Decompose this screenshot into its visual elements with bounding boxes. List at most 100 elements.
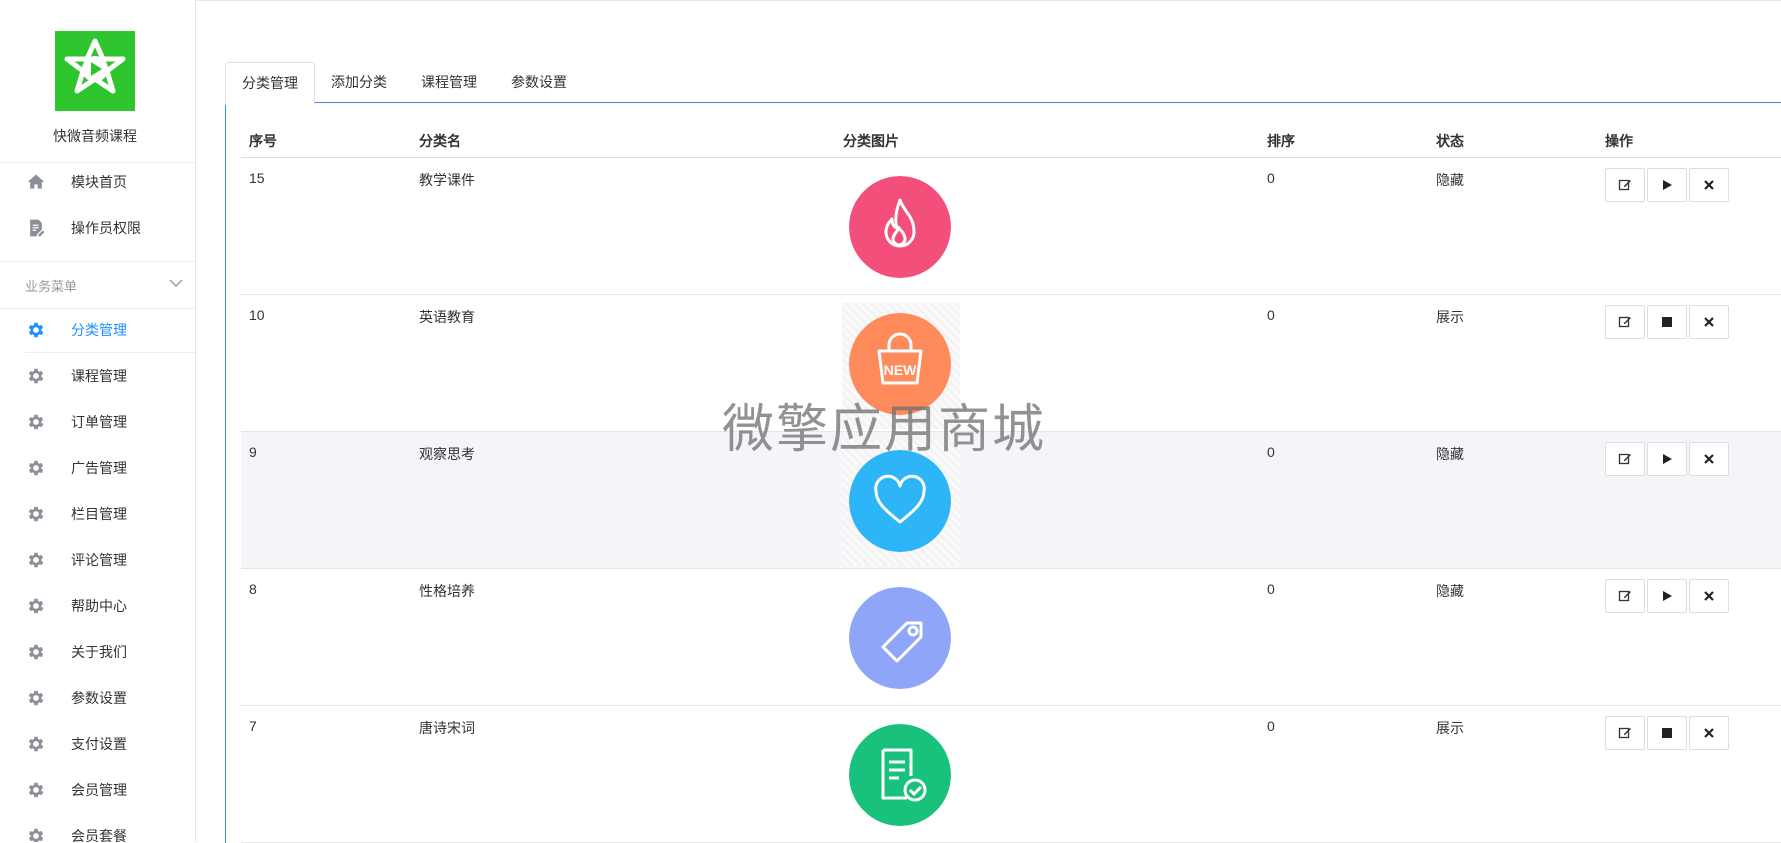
row-sort: 0 [1267,307,1275,323]
tag-icon [849,587,951,689]
menu-item-label: 会员套餐 [71,828,127,842]
row-sort: 0 [1267,444,1275,460]
menu-item-label: 模块首页 [71,174,127,190]
edit-icon [1618,726,1632,740]
heart-icon [849,450,951,552]
table-row: 8 性格培养 0 隐藏 [241,569,1781,706]
sidebar-item-11[interactable]: 会员套餐 [0,813,195,842]
row-name: 性格培养 [419,583,475,599]
row-name: 英语教育 [419,309,475,325]
toggle-visibility-button[interactable] [1647,716,1687,750]
tab-3[interactable]: 参数设置 [496,62,582,102]
gear-icon [25,825,47,842]
play-icon [1660,452,1674,466]
sidebar-item-9[interactable]: 支付设置 [0,721,195,767]
menu-item-label: 操作员权限 [71,220,141,236]
row-id: 7 [249,718,257,734]
sidebar-item-3[interactable]: 广告管理 [0,445,195,491]
sidebar-item-8[interactable]: 参数设置 [0,675,195,721]
tab-0[interactable]: 分类管理 [225,62,315,105]
divider [25,352,195,353]
delete-button[interactable] [1689,442,1729,476]
app-logo[interactable] [55,31,135,111]
row-name: 观察思考 [419,446,475,462]
play-star-logo-icon [55,31,135,111]
sidebar-item-1[interactable]: 课程管理 [0,353,195,399]
close-icon [1702,452,1716,466]
business-menu-header[interactable]: 业务菜单 [0,261,195,309]
sidebar-item-0[interactable]: 分类管理 [0,307,195,353]
gear-icon [25,549,47,571]
stop-icon [1660,315,1674,329]
gear-icon [25,595,47,617]
column-header: 分类名 [419,133,461,149]
gear-icon [25,457,47,479]
document-check-icon [849,724,951,826]
menu-item-label: 会员管理 [71,782,127,798]
menu-item-module-home[interactable]: 模块首页 [0,159,195,205]
row-sort: 0 [1267,718,1275,734]
row-name: 唐诗宋词 [419,720,475,736]
sidebar-item-5[interactable]: 评论管理 [0,537,195,583]
sidebar-item-7[interactable]: 关于我们 [0,629,195,675]
column-header: 分类图片 [843,133,899,149]
column-header: 序号 [249,133,277,149]
gear-icon [25,779,47,801]
toggle-visibility-button[interactable] [1647,168,1687,202]
toggle-visibility-button[interactable] [1647,442,1687,476]
menu-item-operator-permissions[interactable]: 操作员权限 [0,205,195,251]
menu-item-label: 订单管理 [71,414,127,430]
edit-button[interactable] [1605,168,1645,202]
column-header: 状态 [1436,133,1464,149]
menu-item-label: 参数设置 [71,690,127,706]
edit-button[interactable] [1605,716,1645,750]
menu-item-label: 关于我们 [71,644,127,660]
row-status: 展示 [1436,309,1464,325]
close-icon [1702,315,1716,329]
delete-button[interactable] [1689,305,1729,339]
brand-area: 快微音频课程 [0,0,195,163]
play-icon [1660,589,1674,603]
tab-2[interactable]: 课程管理 [406,62,492,102]
table-row: 7 唐诗宋词 0 展示 [241,706,1781,843]
delete-button[interactable] [1689,579,1729,613]
top-border [195,0,1781,1]
row-status: 展示 [1436,720,1464,736]
gear-icon [25,687,47,709]
sidebar-item-10[interactable]: 会员管理 [0,767,195,813]
menu-item-label: 广告管理 [71,460,127,476]
chevron-down-icon [169,279,183,288]
tab-1[interactable]: 添加分类 [316,62,402,102]
document-edit-icon [25,217,47,239]
toggle-visibility-button[interactable] [1647,305,1687,339]
row-name: 教学课件 [419,172,475,188]
edit-button[interactable] [1605,442,1645,476]
svg-text:NEW: NEW [884,362,917,378]
row-sort: 0 [1267,170,1275,186]
menu-item-label: 课程管理 [71,368,127,384]
edit-icon [1618,452,1632,466]
delete-button[interactable] [1689,168,1729,202]
delete-button[interactable] [1689,716,1729,750]
row-sort: 0 [1267,581,1275,597]
edit-button[interactable] [1605,579,1645,613]
gear-icon [25,733,47,755]
sidebar-item-2[interactable]: 订单管理 [0,399,195,445]
row-id: 15 [249,170,265,186]
sidebar-item-4[interactable]: 栏目管理 [0,491,195,537]
row-status: 隐藏 [1436,446,1464,462]
table-header: 序号 分类名 分类图片 排序 状态 操作 [241,117,1781,158]
row-id: 8 [249,581,257,597]
section-label: 业务菜单 [25,279,78,294]
sidebar-item-6[interactable]: 帮助中心 [0,583,195,629]
close-icon [1702,726,1716,740]
gear-icon [25,319,47,341]
content-panel: 序号 分类名 分类图片 排序 状态 操作 15 教学课件 0 隐藏 10 英语教育 NEW 0 展示 9 观察… [225,102,1781,843]
menu-item-label: 支付设置 [71,736,127,752]
table-row: 15 教学课件 0 隐藏 [241,158,1781,295]
home-icon [25,171,47,193]
gear-icon [25,641,47,663]
edit-button[interactable] [1605,305,1645,339]
toggle-visibility-button[interactable] [1647,579,1687,613]
menu-item-label: 分类管理 [71,322,127,338]
